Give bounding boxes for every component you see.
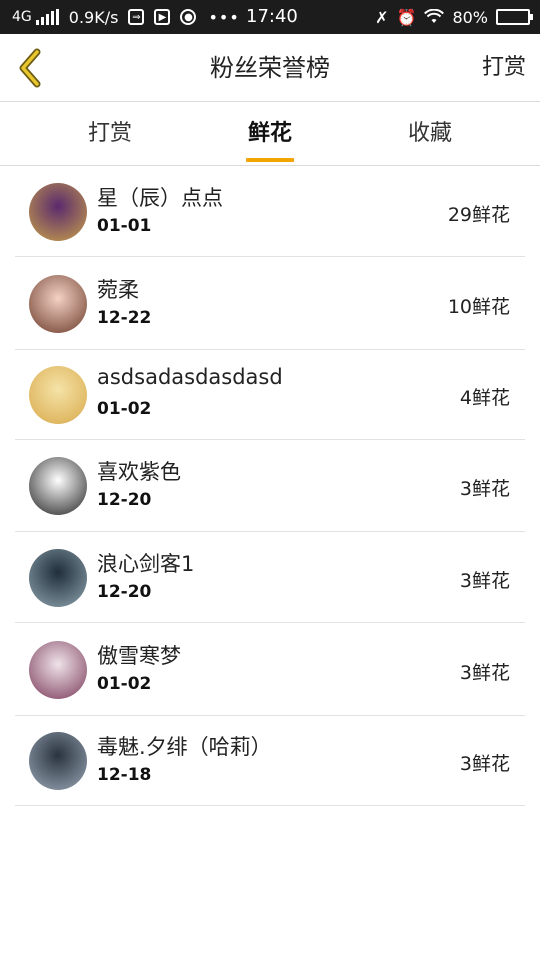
fan-name: 喜欢紫色 (97, 460, 181, 484)
reward-button[interactable]: 打赏 (482, 34, 526, 102)
fan-date: 12-20 (97, 582, 152, 602)
notification-app-icon: ⇒ (128, 9, 145, 25)
page-title: 粉丝荣誉榜 (210, 54, 330, 82)
back-button[interactable] (10, 46, 50, 90)
avatar[interactable] (29, 641, 87, 699)
flower-count: 10鲜花 (447, 296, 510, 318)
alarm-icon: ⏰ (396, 7, 417, 27)
flower-count: 29鲜花 (447, 204, 510, 226)
top-app-bar: 粉丝荣誉榜 打赏 (0, 34, 540, 102)
list-item[interactable]: 浪心剑客1 12-20 3鲜花 (15, 532, 525, 623)
fan-date: 12-18 (97, 765, 152, 785)
avatar[interactable] (29, 549, 87, 607)
fan-name: 毒魅.夕绯（哈莉） (97, 735, 272, 759)
list-item[interactable]: 傲雪寒梦 01-02 3鲜花 (15, 623, 525, 716)
video-app-icon: ▶ (154, 9, 171, 25)
list-item[interactable]: 毒魅.夕绯（哈莉） 12-18 3鲜花 (15, 716, 525, 806)
battery-percent: 80% (452, 7, 488, 27)
flower-count: 3鲜花 (459, 662, 510, 684)
avatar[interactable] (29, 732, 87, 790)
status-left: 4G 0.9K/s ⇒ ▶ ● ••• (12, 0, 240, 34)
tab-bar: 打赏 鲜花 收藏 (0, 102, 540, 166)
clock: 17:40 (246, 6, 298, 27)
fan-name: 星（辰）点点 (97, 186, 223, 210)
signal-icon (35, 9, 59, 25)
mute-icon: ✗ (375, 7, 389, 27)
fan-name: asdsadasdasdasd (97, 365, 283, 389)
qq-icon: ● (180, 9, 197, 25)
fan-date: 01-02 (97, 399, 152, 419)
flower-count: 3鲜花 (459, 753, 510, 775)
active-tab-indicator (246, 158, 294, 162)
network-type: 4G (12, 9, 32, 25)
avatar[interactable] (29, 183, 87, 241)
avatar[interactable] (29, 457, 87, 515)
fan-ranking-list: 星（辰）点点 01-01 29鲜花菀柔 12-22 10鲜花 asdsadasdasdas… (15, 166, 525, 806)
flower-count: 4鲜花 (459, 387, 510, 409)
status-right: ✗ ⏰ 80% (375, 0, 533, 34)
status-bar: 4G 0.9K/s ⇒ ▶ ● ••• 17:40 ✗ ⏰ 80% (0, 0, 540, 34)
fan-name: 菀柔 (97, 278, 139, 302)
battery-icon (496, 9, 533, 25)
list-item[interactable]: asdsadasdasdasd 01-02 4鲜花 (15, 350, 525, 440)
more-notifications-icon: ••• (208, 7, 240, 27)
list-item[interactable]: 菀柔 12-22 10鲜花 (15, 257, 525, 350)
fan-date: 12-20 (97, 490, 152, 510)
fan-date: 12-22 (97, 308, 152, 328)
network-speed: 0.9K/s (68, 7, 119, 27)
avatar[interactable] (29, 275, 87, 333)
flower-count: 3鲜花 (459, 478, 510, 500)
fan-name: 傲雪寒梦 (97, 644, 181, 668)
tab-favorites[interactable]: 收藏 (370, 102, 490, 166)
flower-count: 3鲜花 (459, 570, 510, 592)
fan-date: 01-01 (97, 216, 152, 236)
wifi-icon (424, 9, 445, 23)
avatar[interactable] (29, 366, 87, 424)
fan-name: 浪心剑客1 (97, 552, 195, 576)
tab-reward[interactable]: 打赏 (50, 102, 170, 166)
fan-date: 01-02 (97, 674, 152, 694)
list-item[interactable]: 喜欢紫色 12-20 3鲜花 (15, 440, 525, 532)
chevron-left-icon (19, 48, 41, 88)
list-item[interactable]: 星（辰）点点 01-01 29鲜花 (15, 166, 525, 257)
tab-flowers[interactable]: 鲜花 (210, 102, 330, 166)
